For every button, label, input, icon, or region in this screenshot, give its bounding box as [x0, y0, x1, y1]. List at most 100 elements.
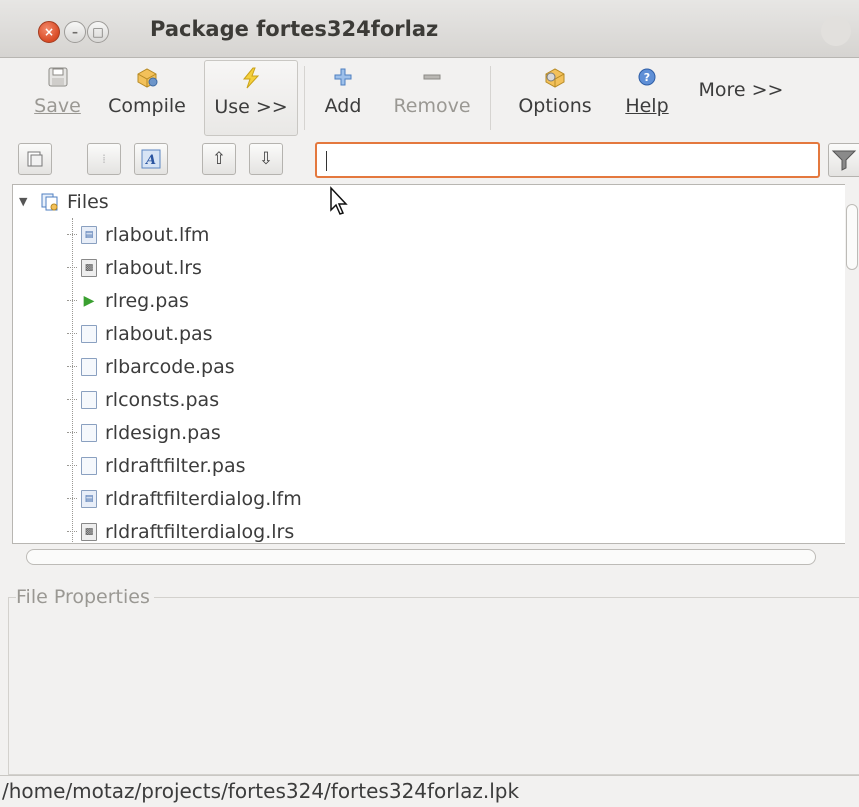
move-up-button[interactable]: ⇧: [202, 143, 236, 175]
move-down-button[interactable]: ⇩: [249, 143, 283, 175]
register-icon: ▶: [83, 292, 95, 309]
sort-dots-icon: ⁞: [102, 152, 106, 166]
panel-splitter[interactable]: [0, 570, 859, 578]
tree-branch-line: [67, 465, 77, 466]
lightning-icon: [240, 61, 262, 95]
tree-branch-line: [67, 234, 77, 235]
tree-file-label: rldraftfilter.pas: [105, 454, 246, 477]
tree-file-label: rldesign.pas: [105, 421, 221, 444]
filter-input[interactable]: [315, 142, 820, 178]
tree-file-item[interactable]: rlconsts.pas: [67, 383, 219, 416]
vertical-scroll-thumb[interactable]: [846, 204, 858, 270]
files-folder-icon: [39, 192, 61, 212]
tree-file-item[interactable]: ▤ rldraftfilterdialog.lfm: [67, 482, 302, 515]
tree-root-files[interactable]: ▼ Files: [19, 185, 109, 218]
window-title: Package fortes324forlaz: [150, 17, 439, 41]
remove-icon: [422, 60, 442, 94]
open-file-icon: [27, 151, 43, 167]
add-button[interactable]: Add: [312, 60, 374, 136]
files-tree[interactable]: ▼ Files ▤ rlabout.lfm ▩ rlabout.lrs ▶ rlreg.p…: [12, 184, 848, 544]
tree-file-item[interactable]: rlabout.pas: [67, 317, 213, 350]
use-button[interactable]: Use >>: [204, 60, 298, 136]
save-icon: [48, 60, 68, 94]
tree-file-label: rlreg.pas: [105, 289, 189, 312]
help-button[interactable]: ? Help: [616, 60, 678, 136]
tree-file-item[interactable]: rlbarcode.pas: [67, 350, 235, 383]
minimize-button[interactable]: –: [64, 21, 86, 43]
options-icon: [543, 60, 567, 94]
compile-button[interactable]: Compile: [93, 60, 201, 136]
tree-file-item[interactable]: ▶ rlreg.pas: [67, 284, 189, 317]
filter-bar: ⁞ A ⇧ ⇩: [0, 139, 859, 181]
status-bar-path: /home/motaz/projects/fortes324/fortes324…: [0, 775, 859, 807]
tree-file-label: rlabout.lfm: [105, 223, 210, 246]
tree-branch-line: [67, 432, 77, 433]
remove-button[interactable]: Remove: [382, 60, 482, 136]
alphabetic-sort-button[interactable]: A: [134, 143, 168, 175]
compile-label: Compile: [108, 95, 186, 117]
unit-icon: [81, 423, 97, 442]
tree-branch-line: [67, 267, 77, 268]
arrow-up-icon: ⇧: [211, 149, 227, 169]
window-corner-ornament: [821, 16, 851, 46]
resource-icon: ▩: [81, 258, 97, 277]
tree-file-item[interactable]: ▩ rldraftfilterdialog.lrs: [67, 515, 295, 543]
tree-file-item[interactable]: ▤ rlabout.lfm: [67, 218, 209, 251]
text-caret: [326, 151, 327, 171]
tree-root-label: Files: [67, 190, 109, 213]
unit-icon: [81, 456, 97, 475]
tree-file-item[interactable]: rldraftfilter.pas: [67, 449, 246, 482]
tree-branch-line: [67, 333, 77, 334]
form-icon: ▤: [81, 489, 97, 508]
tree-file-label: rldraftfilterdialog.lfm: [105, 487, 302, 510]
close-icon: ×: [43, 25, 55, 39]
tree-file-item[interactable]: rldesign.pas: [67, 416, 221, 449]
file-properties-panel: [8, 597, 859, 775]
add-icon: [333, 60, 353, 94]
use-label: Use >>: [214, 96, 288, 118]
clear-filter-button[interactable]: [828, 143, 859, 177]
expand-triangle-icon[interactable]: ▼: [19, 195, 33, 208]
tree-branch-line: [67, 399, 77, 400]
maximize-icon: □: [92, 25, 104, 39]
options-label: Options: [518, 95, 592, 117]
file-properties-label: File Properties: [16, 586, 154, 608]
options-button[interactable]: Options: [502, 60, 608, 136]
tree-branch-line: [67, 300, 77, 301]
minimize-icon: –: [72, 25, 78, 39]
sort-button[interactable]: ⁞: [87, 143, 121, 175]
title-bar: × – □ Package fortes324forlaz: [0, 0, 859, 58]
form-icon: ▤: [81, 225, 97, 244]
remove-label: Remove: [393, 95, 471, 117]
mouse-pointer-icon: [330, 186, 348, 215]
open-file-button[interactable]: [18, 143, 52, 175]
svg-text:A: A: [144, 153, 156, 168]
save-button[interactable]: Save: [25, 60, 90, 136]
help-icon: ?: [637, 60, 657, 94]
tree-branch-line: [67, 498, 77, 499]
tree-branch-line: [67, 531, 77, 532]
tree-file-label: rlabout.lrs: [105, 256, 202, 279]
compile-icon: [135, 60, 159, 94]
help-label: Help: [625, 95, 669, 117]
add-label: Add: [324, 95, 362, 117]
tree-file-item[interactable]: ▩ rlabout.lrs: [67, 251, 202, 284]
tree-file-label: rldraftfilterdialog.lrs: [105, 520, 295, 543]
horizontal-scroll-thumb[interactable]: [26, 549, 816, 565]
toolbar-separator: [304, 66, 305, 130]
horizontal-scrollbar[interactable]: [12, 546, 848, 568]
arrow-down-icon: ⇩: [258, 149, 274, 169]
more-button[interactable]: More >>: [686, 78, 796, 118]
save-label: Save: [34, 95, 81, 117]
resource-icon: ▩: [81, 522, 97, 541]
tree-file-label: rlabout.pas: [105, 322, 213, 345]
unit-icon: [81, 390, 97, 409]
tree-branch-line: [67, 366, 77, 367]
unit-icon: [81, 357, 97, 376]
maximize-button[interactable]: □: [87, 21, 109, 43]
close-button[interactable]: ×: [38, 21, 60, 43]
unit-icon: [81, 324, 97, 343]
toolbar-separator: [490, 66, 491, 130]
tree-file-label: rlbarcode.pas: [105, 355, 235, 378]
alphabetic-sort-icon: A: [141, 149, 161, 169]
